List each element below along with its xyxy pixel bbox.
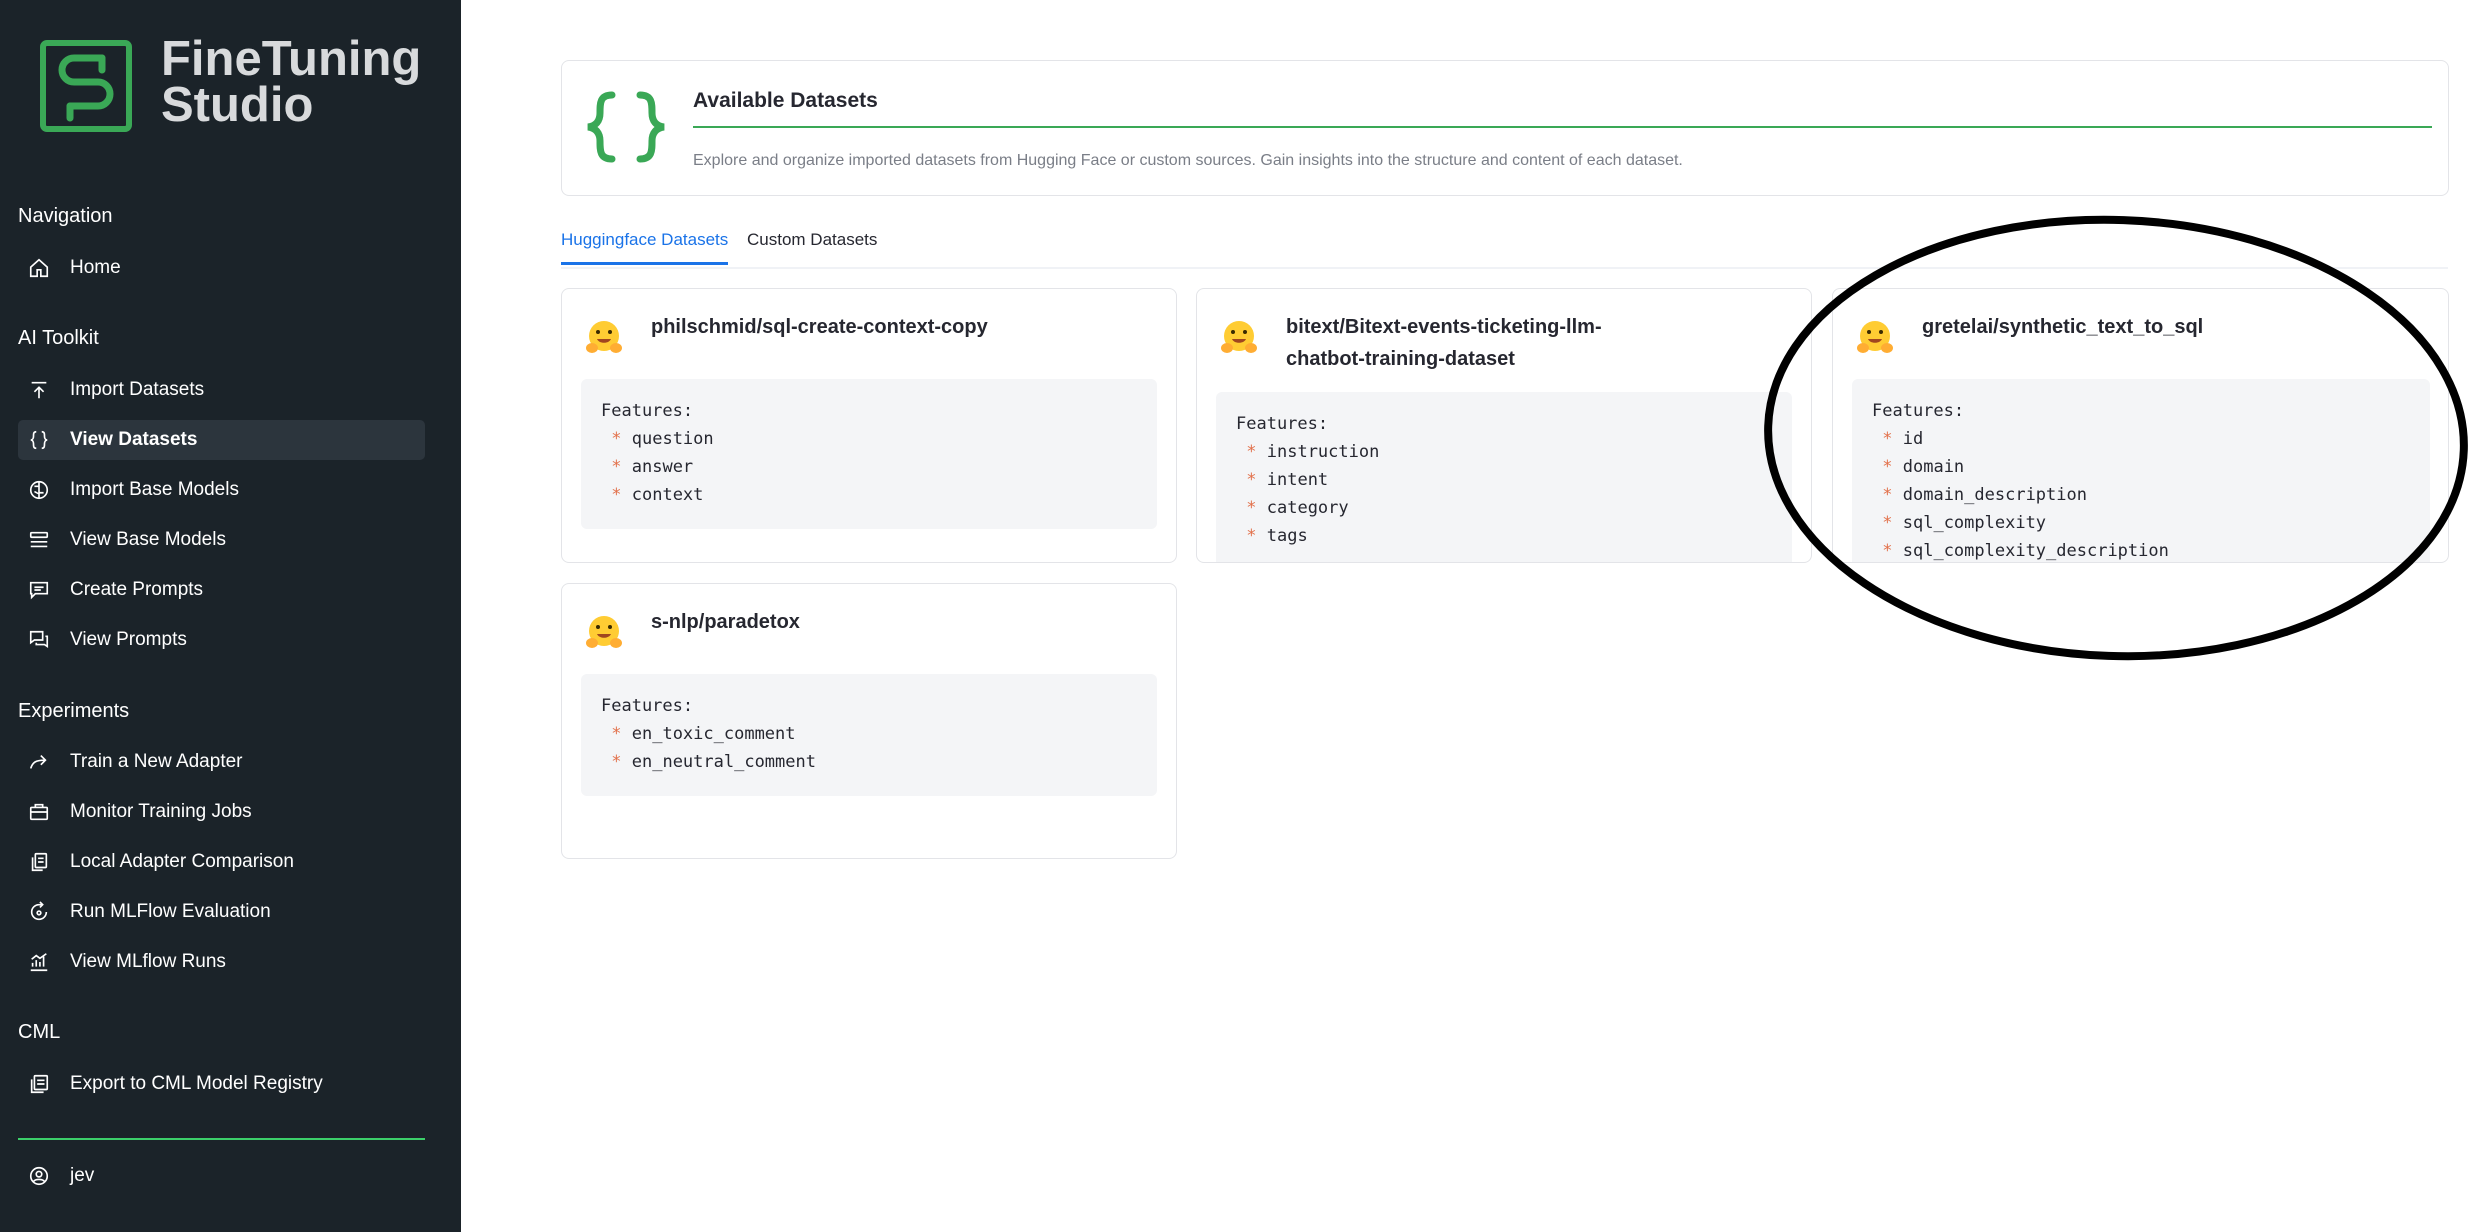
braces-icon bbox=[587, 91, 665, 163]
feature-item: * en_toxic_comment bbox=[611, 724, 796, 744]
finetuning-studio-logo bbox=[40, 40, 132, 132]
sidebar-item-label: Import Base Models bbox=[70, 479, 239, 500]
features-block: Features: * en_toxic_comment * en_neutra… bbox=[581, 674, 1157, 796]
feature-item: * sql_complexity_description bbox=[1882, 541, 2169, 561]
chart-icon bbox=[26, 949, 52, 975]
refresh-icon bbox=[26, 899, 52, 925]
home-icon bbox=[26, 255, 52, 281]
section-title-navigation: Navigation bbox=[18, 205, 113, 227]
sidebar-item-label: Run MLFlow Evaluation bbox=[70, 901, 271, 922]
export-icon bbox=[26, 1071, 52, 1097]
sidebar-item-view-base-models[interactable]: View Base Models bbox=[18, 520, 425, 560]
sidebar: FineTuning Studio Navigation Home AI Too… bbox=[0, 0, 461, 1232]
copy-icon bbox=[26, 849, 52, 875]
tab-custom-datasets[interactable]: Custom Datasets bbox=[747, 230, 877, 262]
sidebar-item-monitor-training-jobs[interactable]: Monitor Training Jobs bbox=[18, 792, 425, 832]
feature-item: * question bbox=[611, 429, 714, 449]
brain-icon bbox=[26, 477, 52, 503]
features-block: Features: * id * domain * domain_descrip… bbox=[1852, 379, 2430, 562]
sidebar-item-local-adapter-comparison[interactable]: Local Adapter Comparison bbox=[18, 842, 425, 882]
sidebar-item-view-datasets[interactable]: View Datasets bbox=[18, 420, 425, 460]
sidebar-item-label: Export to CML Model Registry bbox=[70, 1073, 323, 1094]
dataset-card[interactable]: s-nlp/paradetox Features: * en_toxic_com… bbox=[561, 583, 1177, 859]
user-icon bbox=[26, 1163, 52, 1189]
page-description: Explore and organize imported datasets f… bbox=[693, 152, 1683, 169]
sidebar-item-import-base-models[interactable]: Import Base Models bbox=[18, 470, 425, 510]
features-label: Features: bbox=[601, 696, 694, 716]
sidebar-item-label: Local Adapter Comparison bbox=[70, 851, 294, 872]
sidebar-item-label: View Datasets bbox=[70, 429, 198, 450]
brand-line1: FineTuning bbox=[161, 32, 422, 86]
sidebar-item-home[interactable]: Home bbox=[18, 248, 425, 288]
chat-icon bbox=[26, 577, 52, 603]
hugging-face-icon bbox=[1857, 321, 1893, 353]
tab-huggingface-datasets[interactable]: Huggingface Datasets bbox=[561, 230, 729, 265]
feature-item: * context bbox=[611, 485, 704, 505]
dataset-name: philschmid/sql-create-context-copy bbox=[651, 316, 988, 338]
sidebar-item-label: Monitor Training Jobs bbox=[70, 801, 252, 822]
layers-icon bbox=[26, 527, 52, 553]
hugging-face-icon bbox=[1221, 321, 1257, 353]
dataset-name: gretelai/synthetic_text_to_sql bbox=[1922, 316, 2204, 338]
sidebar-divider bbox=[18, 1138, 425, 1140]
dataset-tabs: Huggingface Datasets Custom Datasets bbox=[561, 226, 2448, 269]
sidebar-item-view-mlflow-runs[interactable]: View MLflow Runs bbox=[18, 942, 425, 982]
feature-item: * intent bbox=[1246, 470, 1329, 490]
braces-icon bbox=[26, 427, 52, 453]
sidebar-item-label: Home bbox=[70, 257, 121, 278]
header-card: Available Datasets Explore and organize … bbox=[561, 60, 2449, 196]
feature-item: * en_neutral_comment bbox=[611, 752, 816, 772]
title-underline bbox=[693, 126, 2432, 128]
sidebar-item-run-mlflow-evaluation[interactable]: Run MLFlow Evaluation bbox=[18, 892, 425, 932]
feature-item: * sql_complexity bbox=[1882, 513, 2047, 533]
dataset-name: s-nlp/paradetox bbox=[651, 611, 800, 633]
chats-icon bbox=[26, 627, 52, 653]
feature-item: * domain_description bbox=[1882, 485, 2087, 505]
user-menu[interactable]: jev bbox=[18, 1156, 425, 1196]
sidebar-item-view-prompts[interactable]: View Prompts bbox=[18, 620, 425, 660]
sidebar-item-create-prompts[interactable]: Create Prompts bbox=[18, 570, 425, 610]
hugging-face-icon bbox=[586, 321, 622, 353]
feature-item: * category bbox=[1246, 498, 1349, 518]
brand-line2: Studio bbox=[161, 78, 314, 132]
feature-item: * domain bbox=[1882, 457, 1965, 477]
brand-name: FineTuning Studio bbox=[161, 32, 422, 132]
features-label: Features: bbox=[601, 401, 694, 421]
dataset-card[interactable]: philschmid/sql-create-context-copy Featu… bbox=[561, 288, 1177, 563]
feature-item: * answer bbox=[611, 457, 694, 477]
features-label: Features: bbox=[1872, 401, 1965, 421]
dataset-card[interactable]: bitext/Bitext-events-ticketing-llm- chat… bbox=[1196, 288, 1812, 563]
dataset-card[interactable]: gretelai/synthetic_text_to_sql Features:… bbox=[1832, 288, 2449, 563]
sidebar-item-label: View Prompts bbox=[70, 629, 187, 650]
sidebar-item-export-cml-registry[interactable]: Export to CML Model Registry bbox=[18, 1064, 425, 1104]
section-title-ai-toolkit: AI Toolkit bbox=[18, 327, 99, 349]
features-block: Features: * instruction * intent * categ… bbox=[1216, 392, 1792, 562]
feature-item: * instruction bbox=[1246, 442, 1380, 462]
sidebar-item-train-adapter[interactable]: Train a New Adapter bbox=[18, 742, 425, 782]
features-block: Features: * question * answer * context bbox=[581, 379, 1157, 529]
sidebar-item-label: Create Prompts bbox=[70, 579, 204, 600]
page-title: Available Datasets bbox=[693, 89, 878, 112]
hugging-face-icon bbox=[586, 616, 622, 648]
feature-item: * id bbox=[1882, 429, 1924, 449]
main-content: Available Datasets Explore and organize … bbox=[461, 0, 2492, 1232]
sidebar-item-label: View Base Models bbox=[70, 529, 226, 550]
user-label: jev bbox=[70, 1165, 95, 1186]
sidebar-item-import-datasets[interactable]: Import Datasets bbox=[18, 370, 425, 410]
sidebar-item-label: View MLflow Runs bbox=[70, 951, 226, 972]
briefcase-icon bbox=[26, 799, 52, 825]
section-title-cml: CML bbox=[18, 1021, 61, 1043]
forward-icon bbox=[26, 749, 52, 775]
sidebar-item-label: Train a New Adapter bbox=[70, 751, 243, 772]
features-label: Features: bbox=[1236, 414, 1329, 434]
dataset-name: bitext/Bitext-events-ticketing-llm- chat… bbox=[1286, 316, 1602, 370]
upload-icon bbox=[26, 377, 52, 403]
feature-item: * tags bbox=[1246, 526, 1308, 546]
section-title-experiments: Experiments bbox=[18, 700, 130, 722]
sidebar-item-label: Import Datasets bbox=[70, 379, 205, 400]
